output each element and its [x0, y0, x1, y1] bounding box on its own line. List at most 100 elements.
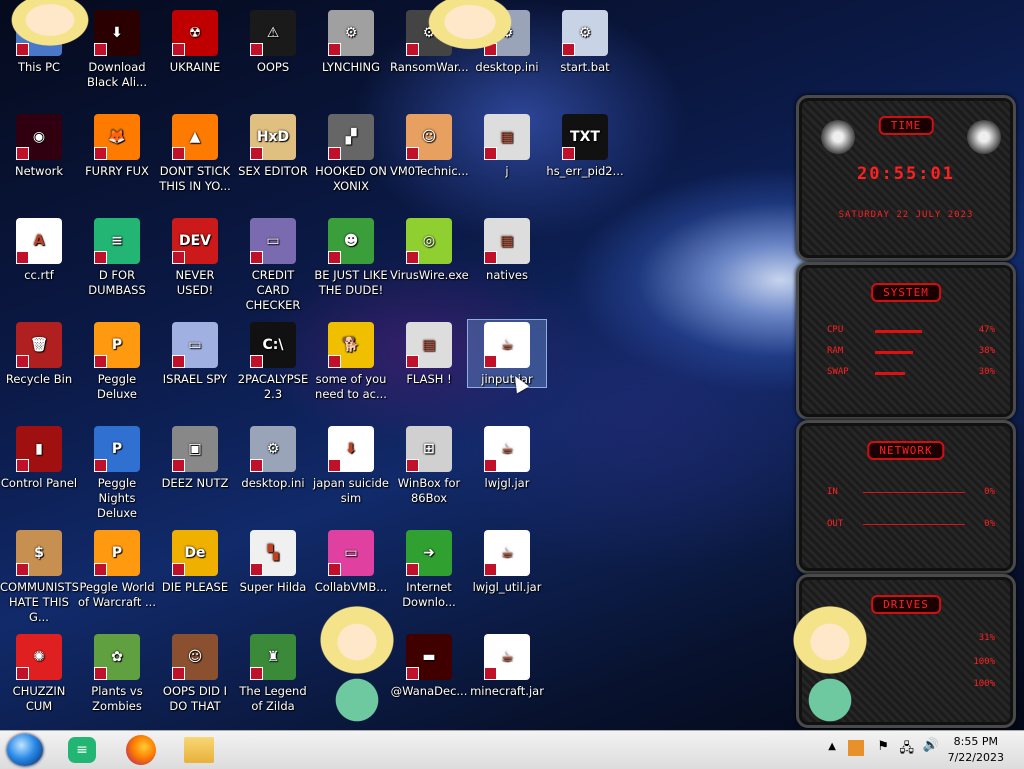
desktop-icon[interactable]: TXT hs_err_pid2...	[546, 112, 624, 179]
network-out-row: OUT 0%	[827, 519, 995, 529]
desktop-icon[interactable]: ▣ DEEZ NUTZ	[156, 424, 234, 491]
tray-clock[interactable]: 8:55 PM 7/22/2023	[948, 734, 1004, 766]
desktop-icon-label: WinBox for 86Box	[397, 476, 461, 505]
app-icon: ⚙	[328, 10, 374, 56]
feedly-icon[interactable]: ≡	[68, 737, 96, 763]
desktop-icon[interactable]: C:\ 2PACALYPSE 2.3	[234, 320, 312, 402]
app-icon: ▤	[406, 322, 452, 368]
desktop-icon[interactable]: ✿ Plants vs Zombies	[78, 632, 156, 714]
desktop-icon[interactable]: 🦊 FURRY FUX	[78, 112, 156, 179]
desktop-icon[interactable]: ⚙ desktop.ini	[234, 424, 312, 491]
desktop-icon[interactable]: ⊞ WinBox for 86Box	[390, 424, 468, 506]
desktop-icon-label: lwjgl.jar	[484, 476, 530, 490]
desktop-icon[interactable]: ▭ CollabVMB...	[312, 528, 390, 595]
app-icon: ☺	[172, 634, 218, 680]
desktop-icon[interactable]: ▞ HOOKED ON XONIX	[312, 112, 390, 194]
desktop-icon-label: CollabVMB...	[314, 580, 388, 594]
shortcut-badge-icon	[94, 251, 107, 264]
desktop-icon[interactable]: ◉ Network	[0, 112, 78, 179]
shortcut-badge-icon	[172, 355, 185, 368]
app-icon: ▲	[172, 114, 218, 160]
desktop-icon[interactable]: ☺ OOPS DID I DO THAT	[156, 632, 234, 714]
app-icon: ▭	[328, 530, 374, 576]
desktop-icon[interactable]: $ COMMUNISTS HATE THIS G...	[0, 528, 79, 625]
tray-time: 8:55 PM	[953, 735, 998, 748]
desktop-icon[interactable]: ▭ ISRAEL SPY	[156, 320, 234, 387]
desktop-icon[interactable]: P Peggle World of Warcraft ...	[78, 528, 156, 610]
volume-icon[interactable]: 🔊	[923, 738, 939, 753]
app-icon: C:\	[250, 322, 296, 368]
desktop-icon[interactable]: ▚ Super Hilda	[234, 528, 312, 595]
app-icon: ✿	[94, 634, 140, 680]
cartoon-character-sticker	[775, 600, 885, 726]
desktop-icon[interactable]: ☕ lwjgl.jar	[468, 424, 546, 491]
desktop-icon[interactable]: ▲ DONT STICK THIS IN YO...	[156, 112, 234, 194]
app-icon: ⚠	[250, 10, 296, 56]
desktop-icon[interactable]: P Peggle Deluxe	[78, 320, 156, 402]
shortcut-badge-icon	[94, 355, 107, 368]
desktop-icon[interactable]: ◎ VirusWire.exe	[390, 216, 469, 283]
desktop-icon[interactable]: DEV NEVER USED!	[156, 216, 234, 298]
system-row-cpu: CPU 47%	[827, 325, 995, 335]
desktop-icon-label: DEEZ NUTZ	[161, 476, 229, 490]
desktop-icon-label: j	[505, 164, 509, 178]
desktop-icon[interactable]: ⬇ japan suicide sim	[312, 424, 390, 506]
desktop-icon[interactable]: ☢ UKRAINE	[156, 8, 234, 75]
shortcut-badge-icon	[484, 147, 497, 160]
desktop-icon[interactable]: ▭ CREDIT CARD CHECKER	[234, 216, 312, 313]
shortcut-badge-icon	[172, 147, 185, 160]
desktop-icon-label: japan suicide sim	[313, 476, 389, 505]
desktop-icon[interactable]: ▮ Control Panel	[0, 424, 78, 491]
desktop-icon[interactable]: ➜ Internet Downlo...	[390, 528, 468, 610]
desktop-icon[interactable]: ☕ jinput.jar	[467, 319, 547, 388]
desktop-icon-label: minecraft.jar	[470, 684, 544, 698]
desktop-icon[interactable]: ☻ BE JUST LIKE THE DUDE!	[312, 216, 390, 298]
desktop-icon-label: DIE PLEASE	[161, 580, 229, 594]
time-gadget[interactable]: TIME 20:55:01 SATURDAY 22 JULY 2023	[796, 95, 1016, 261]
desktop-icon[interactable]: ▤ j	[468, 112, 546, 179]
desktop-icon[interactable]: ≡ D FOR DUMBASS	[78, 216, 156, 298]
desktop-icon[interactable]: ☺ VM0Technic...	[390, 112, 469, 179]
desktop-icon[interactable]: 🐕 some of you need to ac...	[312, 320, 390, 402]
shortcut-badge-icon	[562, 147, 575, 160]
desktop-icon[interactable]: De DIE PLEASE	[156, 528, 234, 595]
desktop-icon[interactable]: HxD SEX EDITOR	[234, 112, 312, 179]
desktop-icon[interactable]: ☕ lwjgl_util.jar	[468, 528, 546, 595]
desktop-icon-label: hs_err_pid2...	[546, 164, 624, 178]
desktop-icon[interactable]: ⚠ OOPS	[234, 8, 312, 75]
desktop-icon[interactable]: ▤ natives	[468, 216, 546, 283]
flag-icon[interactable]: ⚑	[877, 739, 889, 754]
start-button[interactable]	[7, 734, 43, 766]
desktop-icon[interactable]: 🗑 Recycle Bin	[0, 320, 78, 387]
file-explorer-icon[interactable]	[184, 737, 214, 763]
system-gadget[interactable]: SYSTEM CPU 47% RAM 38% SWAP 30%	[796, 262, 1016, 420]
usage-bar	[875, 372, 905, 375]
network-gadget[interactable]: NETWORK IN 0% OUT 0%	[796, 420, 1016, 574]
desktop-icon[interactable]: ⚙ start.bat	[546, 8, 624, 75]
desktop-icon-label: Super Hilda	[239, 580, 307, 594]
desktop-icon[interactable]: ⚙ LYNCHING	[312, 8, 390, 75]
desktop-icon-label: cc.rtf	[24, 268, 54, 282]
tray-overflow-chevron-icon[interactable]: ▲	[828, 741, 836, 752]
shortcut-badge-icon	[16, 355, 29, 368]
system-row-value: 30%	[978, 367, 995, 377]
desktop-icon[interactable]: P Peggle Nights Deluxe	[78, 424, 156, 521]
desktop-icon[interactable]: Acc.rtf	[0, 216, 78, 283]
tray-app-icon[interactable]	[848, 740, 864, 756]
time-title: TIME	[878, 116, 934, 135]
desktop-icon-label: LYNCHING	[321, 60, 381, 74]
taskbar: ≡ ▲ ⚑ 🖧 🔊 8:55 PM 7/22/2023	[0, 730, 1024, 769]
app-icon: ⊞	[406, 426, 452, 472]
firefox-icon[interactable]	[126, 735, 156, 765]
desktop-icon[interactable]: ♜ The Legend of Zilda	[234, 632, 312, 714]
tray-date: 7/22/2023	[947, 751, 1004, 764]
desktop-icon[interactable]: ▤ FLASH !	[390, 320, 468, 387]
app-icon: ▬	[406, 634, 452, 680]
desktop-icon[interactable]: ☕ minecraft.jar	[468, 632, 546, 699]
cartoon-character-sticker	[0, 0, 100, 56]
desktop-icon-label: NEVER USED!	[175, 268, 215, 297]
desktop-icon[interactable]: ✺ CHUZZIN CUM	[0, 632, 78, 714]
network-icon[interactable]: 🖧	[900, 739, 915, 761]
alien-head-icon	[967, 120, 1001, 154]
system-row-swap: SWAP 30%	[827, 367, 995, 377]
